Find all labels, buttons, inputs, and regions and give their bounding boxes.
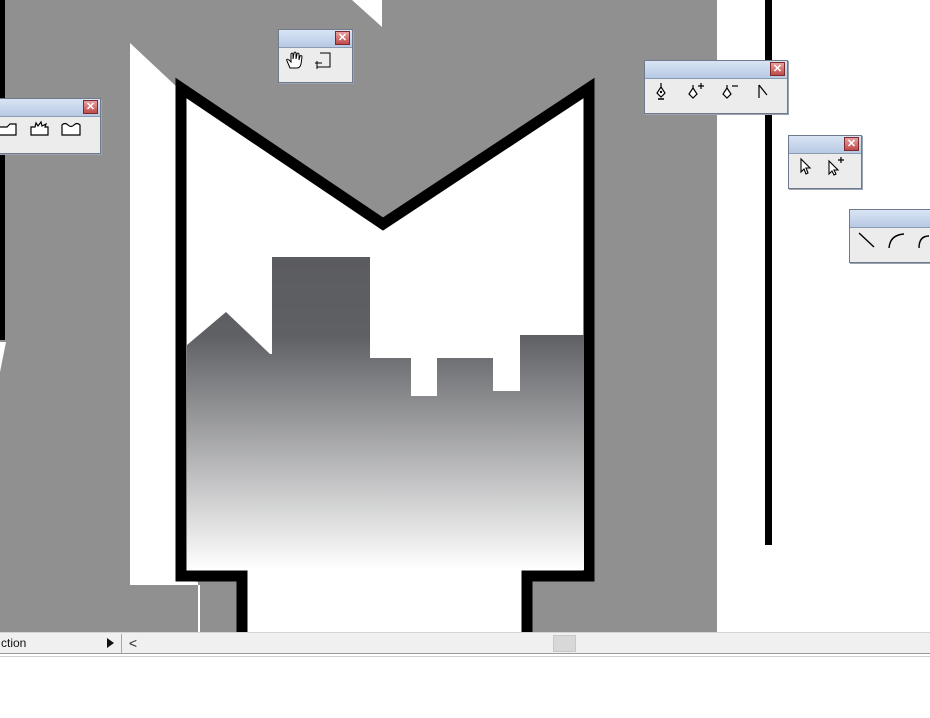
- selection-arrow-icon[interactable]: [793, 156, 817, 176]
- delete-anchor-icon[interactable]: [717, 81, 741, 101]
- line-palette[interactable]: [849, 209, 930, 263]
- pen-tool-icon[interactable]: [649, 81, 673, 101]
- arc-tool-icon[interactable]: [884, 230, 908, 250]
- status-menu-arrow-icon[interactable]: [107, 638, 114, 648]
- palette-titlebar[interactable]: ✕: [0, 99, 100, 117]
- drawing-canvas[interactable]: ✕ ✕ ✕ ✕: [0, 0, 930, 632]
- palette-titlebar[interactable]: ✕: [279, 30, 352, 48]
- status-bar: ction <: [0, 632, 930, 654]
- curve-tool-icon[interactable]: [914, 230, 930, 250]
- horizontal-scroll-thumb[interactable]: [553, 635, 576, 652]
- palette-titlebar[interactable]: ✕: [789, 136, 861, 154]
- wavy-rect-shape-icon[interactable]: [59, 119, 83, 139]
- convert-anchor-icon[interactable]: [751, 81, 775, 101]
- scroll-left-button[interactable]: <: [126, 634, 140, 652]
- selection-palette[interactable]: ✕: [788, 135, 862, 189]
- pen-palette[interactable]: ✕: [644, 60, 788, 114]
- hand-tool-icon[interactable]: [283, 50, 307, 70]
- palette-titlebar[interactable]: ✕: [645, 61, 787, 79]
- close-icon[interactable]: ✕: [335, 31, 350, 45]
- left-black-line: [0, 0, 5, 340]
- divider: [0, 656, 930, 657]
- palette-titlebar[interactable]: [850, 210, 930, 228]
- artwork: [0, 0, 930, 632]
- close-icon[interactable]: ✕: [770, 62, 785, 76]
- empty-area: [0, 654, 930, 718]
- subselect-add-icon[interactable]: [823, 156, 847, 176]
- line-tool-icon[interactable]: [854, 230, 878, 250]
- rounded-burst-shape-icon[interactable]: [27, 119, 51, 139]
- rectangle-shape-icon[interactable]: [0, 119, 19, 139]
- close-icon[interactable]: ✕: [844, 137, 859, 151]
- page-tool-icon[interactable]: [311, 50, 335, 70]
- shape-palette[interactable]: ✕: [0, 98, 101, 154]
- divider: [121, 634, 122, 653]
- add-anchor-icon[interactable]: [683, 81, 707, 101]
- status-field[interactable]: ction: [0, 635, 113, 651]
- close-icon[interactable]: ✕: [83, 100, 98, 114]
- navigation-palette[interactable]: ✕: [278, 29, 353, 83]
